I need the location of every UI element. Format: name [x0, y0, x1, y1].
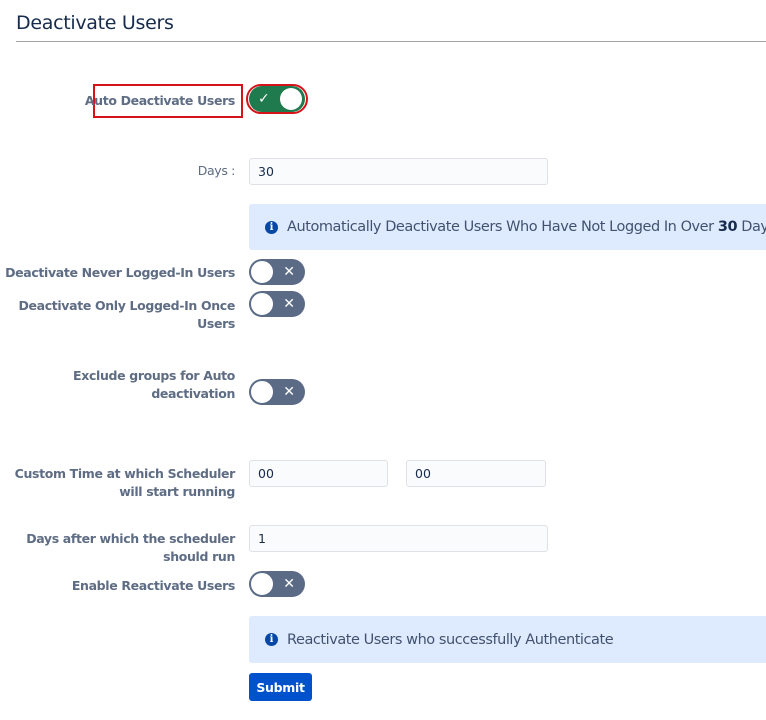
reactivate-info-text: Reactivate Users who successfully Authen…: [287, 631, 614, 648]
minutes-input[interactable]: 00: [406, 460, 546, 487]
close-icon: ✕: [283, 384, 295, 400]
hours-input[interactable]: 00: [249, 460, 388, 487]
info-icon: i: [265, 633, 278, 646]
close-icon: ✕: [283, 576, 295, 592]
reactivate-toggle[interactable]: ✕: [249, 571, 305, 597]
title-divider: [16, 41, 766, 42]
logged-in-once-label: Deactivate Only Logged-In Once Users: [18, 298, 235, 331]
scheduler-days-input[interactable]: 1: [249, 525, 548, 552]
close-icon: ✕: [283, 264, 295, 280]
days-info-panel: i Automatically Deactivate Users Who Hav…: [249, 204, 766, 250]
logged-in-once-toggle[interactable]: ✕: [249, 291, 305, 317]
reactivate-info-panel: i Reactivate Users who successfully Auth…: [249, 616, 766, 663]
toggle-knob: [280, 88, 302, 110]
never-logged-in-label: Deactivate Never Logged-In Users: [5, 265, 235, 280]
reactivate-label: Enable Reactivate Users: [71, 578, 236, 593]
close-icon: ✕: [283, 296, 295, 312]
toggle-knob: [250, 572, 274, 596]
page-title: Deactivate Users: [16, 12, 174, 34]
toggle-knob: [250, 380, 274, 404]
check-icon: ✓: [258, 91, 270, 107]
never-logged-in-toggle[interactable]: ✕: [249, 259, 305, 285]
scheduler-days-label: Days after which the scheduler should ru…: [26, 531, 235, 564]
auto-deactivate-toggle[interactable]: ✓: [249, 86, 305, 112]
custom-time-label: Custom Time at which Scheduler will star…: [14, 466, 236, 499]
info-icon: i: [265, 220, 278, 234]
days-input[interactable]: 30: [249, 158, 548, 185]
exclude-groups-label: Exclude groups for Auto deactivation: [73, 368, 235, 401]
days-info-count: 30: [717, 219, 738, 235]
toggle-knob: [250, 292, 274, 316]
days-label: Days :: [197, 163, 236, 178]
submit-button[interactable]: Submit: [249, 673, 312, 701]
exclude-groups-toggle[interactable]: ✕: [249, 379, 305, 405]
days-info-text: Automatically Deactivate Users Who Have …: [287, 219, 766, 235]
toggle-knob: [250, 260, 274, 284]
auto-deactivate-label: Auto Deactivate Users: [84, 93, 236, 108]
